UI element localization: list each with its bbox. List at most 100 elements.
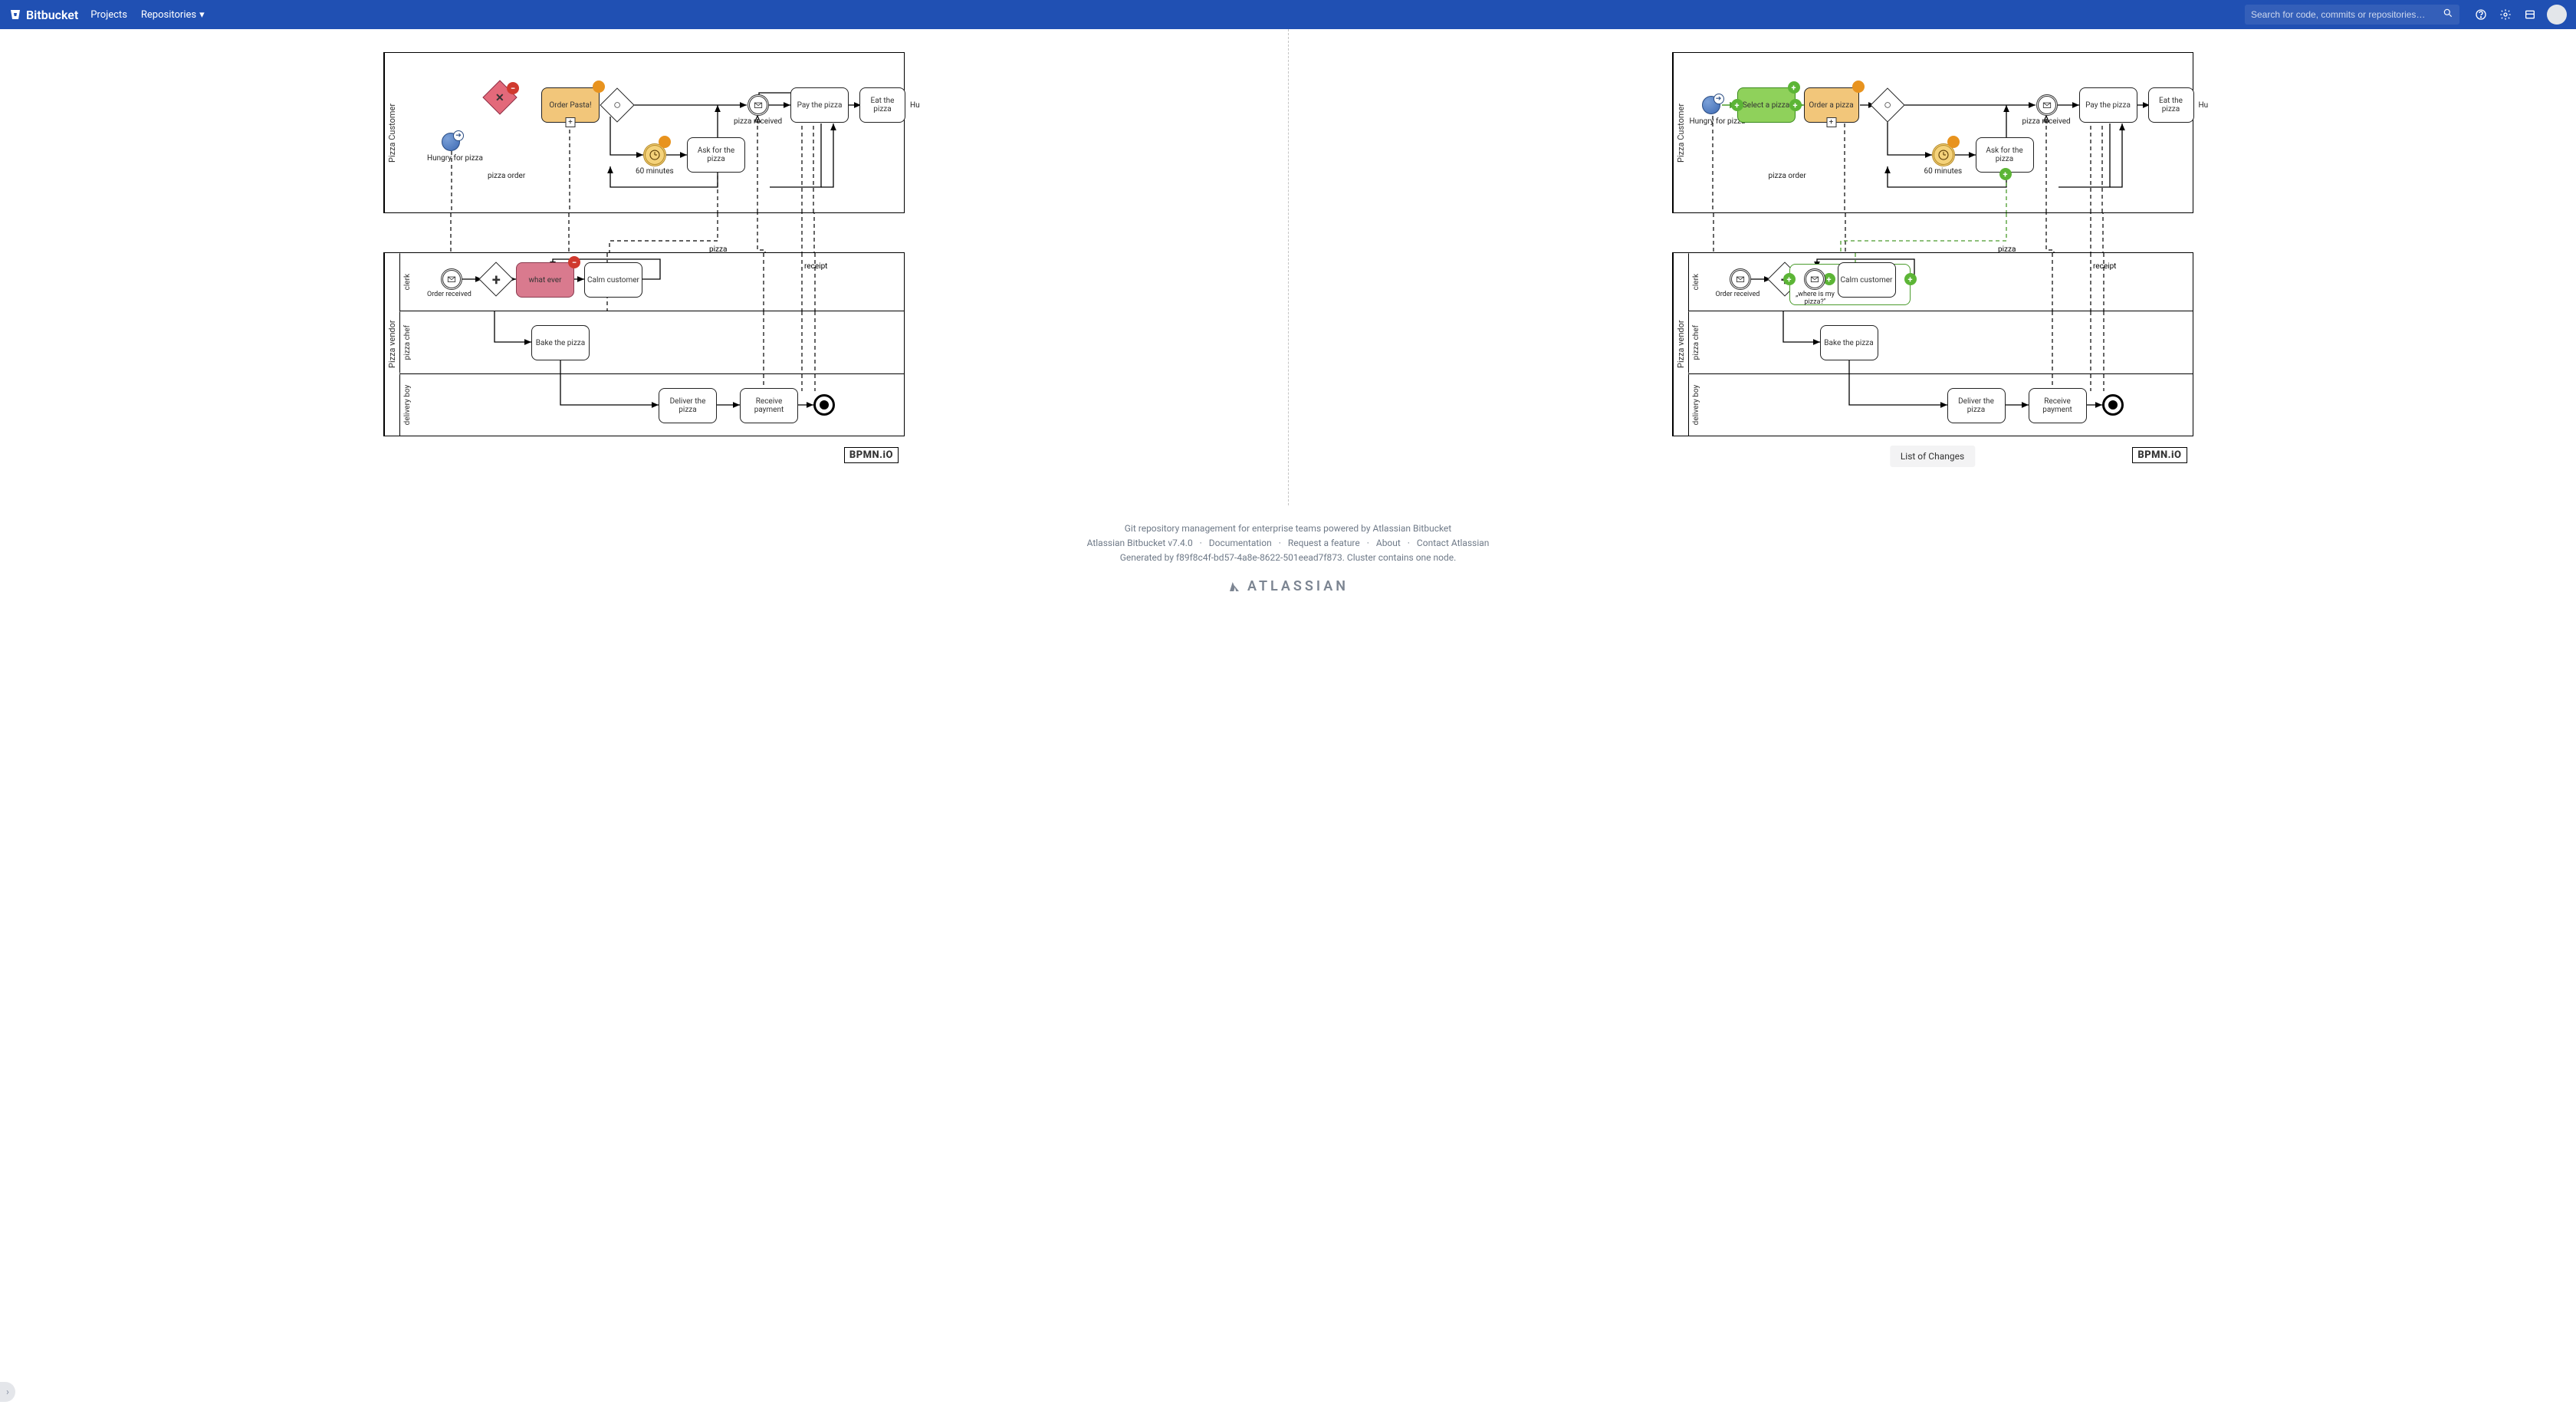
footer-docs-link[interactable]: Documentation xyxy=(1209,538,1272,548)
gateway-event-right[interactable] xyxy=(1870,87,1904,122)
start-event-hungry-right[interactable]: ➔ xyxy=(1702,96,1720,114)
search-input[interactable] xyxy=(2251,9,2443,20)
task-receive-pay-left[interactable]: Receive payment xyxy=(740,388,798,423)
task-bake-left[interactable]: Bake the pizza xyxy=(531,325,590,360)
left-pane: Pizza Customer xyxy=(0,29,1288,505)
task-eat-left[interactable]: Eat the pizza xyxy=(859,87,905,123)
gateway-event-left[interactable] xyxy=(600,87,634,122)
lane-chef-content-right[interactable]: Bake the pizza xyxy=(1704,311,2193,373)
task-pay-left[interactable]: Pay the pizza xyxy=(790,87,849,123)
pool-customer-label: Pizza Customer xyxy=(384,53,399,212)
task-what-ever[interactable]: what ever xyxy=(516,262,574,298)
badge-red-icon: − xyxy=(507,82,519,94)
sidebar-expand-tab[interactable]: › xyxy=(0,1382,15,1402)
lane-chef-label: pizza chef xyxy=(399,311,415,373)
top-nav: Bitbucket Projects Repositories ▾ xyxy=(0,0,2576,29)
task-calm-label: Calm customer xyxy=(587,276,639,285)
connectors-customer-right xyxy=(1688,53,2194,214)
message-icon xyxy=(753,100,764,110)
badge-green-icon: + xyxy=(1731,99,1743,111)
lane-customer-content-left[interactable]: ➔ Hungry for pizza − Order Pasta! + xyxy=(399,53,904,212)
lane-delivery-label: delivery boy xyxy=(399,374,415,436)
lane-delivery-label-r: delivery boy xyxy=(1688,374,1704,436)
search-box[interactable] xyxy=(2245,5,2459,25)
bpmn-badge-left[interactable]: BPMN.iO xyxy=(844,447,899,463)
end-event-left[interactable] xyxy=(813,394,835,416)
pool-customer-right: Pizza Customer xyxy=(1672,52,2193,213)
footer-about-link[interactable]: About xyxy=(1376,538,1401,548)
pool-vendor-label: Pizza vendor xyxy=(384,253,399,436)
brand[interactable]: Bitbucket xyxy=(9,8,78,22)
subproc-expand-icon[interactable]: + xyxy=(1826,117,1836,127)
task-eat-label: Eat the pizza xyxy=(862,97,903,113)
bpmn-badge-right[interactable]: BPMN.iO xyxy=(2132,447,2187,463)
task-eat-right[interactable]: Eat the pizza xyxy=(2148,87,2194,123)
pool-customer-label-r: Pizza Customer xyxy=(1673,53,1688,212)
timer-label: 60 minutes xyxy=(636,167,674,176)
badge-green-icon: + xyxy=(1783,273,1796,285)
badge-green-icon: + xyxy=(1789,99,1802,111)
task-calm-label-r: Calm customer xyxy=(1841,276,1893,285)
lane-chef-content-left[interactable]: Bake the pizza xyxy=(415,311,904,373)
cutoff-hu-right: Hu xyxy=(2199,101,2209,110)
badge-orange-icon xyxy=(1947,136,1960,148)
footer-feature-link[interactable]: Request a feature xyxy=(1288,538,1360,548)
nav-repositories-label: Repositories xyxy=(141,9,196,21)
subproc-expand-icon[interactable]: + xyxy=(566,117,576,127)
task-order-pasta[interactable]: Order Pasta! + xyxy=(541,87,600,123)
task-order-pizza-label: Order a pizza xyxy=(1809,101,1853,110)
conn-chef-right xyxy=(1704,311,2210,374)
pool-vendor-left: Pizza vendor clerk xyxy=(383,252,905,436)
start-event-hungry-left[interactable]: ➔ xyxy=(442,133,460,151)
task-ask-label: Ask for the pizza xyxy=(689,146,743,163)
task-receive-pay-right[interactable]: Receive payment xyxy=(2029,388,2087,423)
help-icon[interactable] xyxy=(2471,5,2491,25)
task-deliver-label: Deliver the pizza xyxy=(661,397,715,414)
footer: Git repository management for enterprise… xyxy=(0,505,2576,617)
task-receive-pay-label: Receive payment xyxy=(742,397,796,414)
event-order-received-right[interactable] xyxy=(1730,268,1751,290)
nav-repositories[interactable]: Repositories ▾ xyxy=(141,9,205,21)
lane-customer-content-right[interactable]: ➔ Hungry for pizza Select a pizza + + + … xyxy=(1688,53,2193,212)
timer-label-r: 60 minutes xyxy=(1924,167,1963,176)
footer-contact-link[interactable]: Contact Atlassian xyxy=(1417,538,1489,548)
lane-clerk-content-left[interactable]: receipt Order received what ever xyxy=(415,253,904,311)
gateway-parallel-left[interactable] xyxy=(478,262,513,296)
lane-delivery-content-right[interactable]: Deliver the pizza Receive payment xyxy=(1704,374,2193,436)
atlassian-logo: ATLASSIAN xyxy=(0,578,2576,594)
conn-chef-left xyxy=(415,311,921,374)
task-calm-left[interactable]: Calm customer xyxy=(584,262,642,298)
task-ask-label-r: Ask for the pizza xyxy=(1978,146,2032,163)
task-bake-right[interactable]: Bake the pizza xyxy=(1820,325,1878,360)
end-event-right[interactable] xyxy=(2102,394,2124,416)
user-avatar[interactable] xyxy=(2547,5,2567,25)
task-deliver-right[interactable]: Deliver the pizza xyxy=(1947,388,2006,423)
task-ask-left[interactable]: Ask for the pizza xyxy=(687,137,745,173)
event-pizza-received-right[interactable] xyxy=(2036,94,2058,116)
badge-orange-icon xyxy=(593,81,605,93)
main-split: Pizza Customer xyxy=(0,29,2576,505)
bpmn-badge-label: BPMN.iO xyxy=(849,449,893,461)
event-pizza-received-left[interactable] xyxy=(748,94,769,116)
right-pane: Pizza Customer xyxy=(1288,29,2576,505)
pool-vendor-right: Pizza vendor clerk xyxy=(1672,252,2193,436)
task-pay-right[interactable]: Pay the pizza xyxy=(2079,87,2137,123)
event-order-received-left[interactable] xyxy=(441,268,462,290)
badge-red-icon: − xyxy=(568,256,580,268)
task-order-pizza[interactable]: Order a pizza + xyxy=(1804,87,1859,123)
inbox-icon[interactable] xyxy=(2520,5,2540,25)
nav-projects[interactable]: Projects xyxy=(90,9,127,21)
task-deliver-label-r: Deliver the pizza xyxy=(1950,397,2003,414)
badge-green-icon: + xyxy=(1788,81,1800,94)
task-deliver-left[interactable]: Deliver the pizza xyxy=(659,388,717,423)
list-of-changes-button[interactable]: List of Changes xyxy=(1890,446,1975,467)
settings-icon[interactable] xyxy=(2496,5,2515,25)
task-select-pizza[interactable]: Select a pizza xyxy=(1737,87,1796,123)
task-calm-right[interactable]: Calm customer xyxy=(1838,262,1896,298)
task-pay-label: Pay the pizza xyxy=(797,101,843,110)
lane-clerk-content-right[interactable]: receipt Order received + + xyxy=(1704,253,2193,311)
lane-delivery-content-left[interactable]: Deliver the pizza Receive payment xyxy=(415,374,904,436)
task-eat-label-r: Eat the pizza xyxy=(2150,97,2192,113)
svg-text:receipt: receipt xyxy=(2093,262,2116,271)
event-where-is-message[interactable] xyxy=(1804,268,1825,290)
